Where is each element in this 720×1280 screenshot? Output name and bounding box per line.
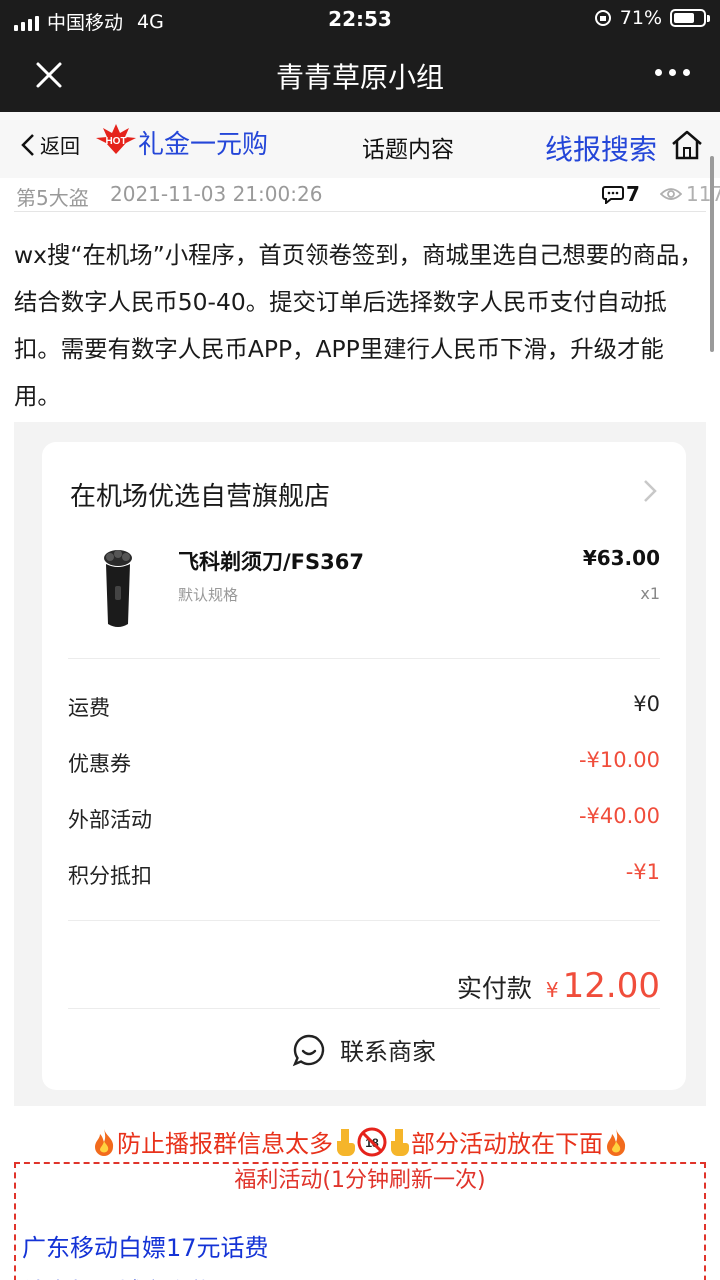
post-body: wx搜“在机场”小程序，首页领卷签到，商城里选自己想要的商品，结合数字人民币50… <box>14 241 703 410</box>
home-icon[interactable] <box>670 128 704 162</box>
paid-total: 实付款 ¥12.00 <box>457 966 660 1006</box>
hot-badge-icon: HOT <box>96 124 136 154</box>
battery-fill <box>674 13 694 23</box>
welfare-title-wrap: 福利活动(1分钟刷新一次) <box>16 1162 704 1194</box>
paid-currency: ¥ <box>545 978 559 1002</box>
battery-percent: 71% <box>619 7 662 29</box>
fee-value: -¥1 <box>625 860 660 884</box>
order-screenshot: 在机场优选自营旗舰店 飞科剃须刀/FS367 默认规格 ¥63.00 x1 运费… <box>14 422 706 1106</box>
welfare-title: 福利活动(1分钟刷新一次) <box>228 1168 492 1193</box>
chevron-left-icon <box>21 133 34 156</box>
product-name: 飞科剃须刀/FS367 <box>178 550 364 574</box>
fee-row-coupon: 优惠券 -¥10.00 <box>68 748 660 778</box>
contact-merchant-button[interactable]: 联系商家 <box>42 1032 686 1067</box>
product-price: ¥63.00 <box>582 546 660 570</box>
fee-label: 外部活动 <box>68 808 152 832</box>
paid-amount: ¥12.00 <box>546 966 660 1006</box>
nav-title: 青青草原小组 <box>275 61 444 94</box>
chat-bubble-icon <box>292 1034 325 1066</box>
notice-right-text: 部分活动放在下面 <box>411 1130 603 1158</box>
pointing-down-icon <box>387 1127 411 1163</box>
fire-icon <box>603 1128 629 1162</box>
gift-link[interactable]: 礼金一元购 <box>138 124 268 161</box>
fee-value: ¥0 <box>633 692 660 716</box>
fee-row-external-activity: 外部活动 -¥40.00 <box>68 804 660 834</box>
status-bar: 中国移动 4G 22:53 71% <box>0 0 720 38</box>
notice-left-text: 防止播报群信息太多 <box>117 1130 333 1158</box>
fire-icon <box>91 1128 117 1162</box>
battery-icon <box>670 9 710 27</box>
status-right: 71% <box>594 7 710 29</box>
shaver-product-image <box>104 550 132 627</box>
product-quantity: x1 <box>640 584 660 603</box>
more-icon[interactable] <box>655 69 690 76</box>
pointing-down-icon <box>333 1127 357 1163</box>
wechat-nav-bar: 青青草原小组 <box>0 38 720 112</box>
chevron-right-icon[interactable] <box>642 478 658 504</box>
hot-badge-text: HOT <box>105 136 126 147</box>
paid-amount-value: 12.00 <box>562 966 660 1006</box>
orientation-lock-icon <box>594 10 611 26</box>
welfare-link[interactable]: 结束打开城市产物 <box>22 1272 214 1280</box>
fee-label: 运费 <box>68 696 110 720</box>
comment-count-value: 7 <box>626 182 640 206</box>
back-label: 返回 <box>40 134 80 158</box>
fee-label: 积分抵扣 <box>68 864 152 888</box>
shop-name[interactable]: 在机场优选自营旗舰店 <box>70 476 330 513</box>
comment-count[interactable]: 7 <box>602 182 640 206</box>
product-spec: 默认规格 <box>178 586 239 604</box>
page-header: 返回 HOT 礼金一元购 话题内容 线报搜索 <box>0 112 720 178</box>
comment-icon <box>602 186 624 204</box>
fee-label: 优惠券 <box>68 752 131 776</box>
post-meta: 第5大盗 2021-11-03 21:00:26 7 117 <box>14 180 720 212</box>
contact-label: 联系商家 <box>340 1038 436 1066</box>
back-button[interactable]: 返回 <box>20 130 80 159</box>
page-title: 话题内容 <box>362 137 454 163</box>
post-author[interactable]: 第5大盗 <box>16 182 89 211</box>
fee-row-shipping: 运费 ¥0 <box>68 692 660 722</box>
divider <box>68 658 660 659</box>
divider <box>68 920 660 921</box>
search-link[interactable]: 线报搜索 <box>545 128 657 168</box>
no-under-18-icon: 18 <box>357 1127 387 1163</box>
paid-label: 实付款 <box>456 974 532 1003</box>
divider <box>68 1008 660 1009</box>
order-card: 在机场优选自营旗舰店 飞科剃须刀/FS367 默认规格 ¥63.00 x1 运费… <box>42 442 686 1090</box>
post-datetime: 2021-11-03 21:00:26 <box>110 182 323 206</box>
fee-value: -¥10.00 <box>578 748 660 772</box>
fee-row-points: 积分抵扣 -¥1 <box>68 860 660 890</box>
view-count-value: 117 <box>686 182 720 206</box>
scrollbar[interactable] <box>710 156 714 352</box>
notice-line: 防止播报群信息太多 18 部分活动放在下面 <box>0 1124 720 1163</box>
welfare-link[interactable]: 广东移动白嫖17元话费 <box>22 1228 269 1263</box>
eye-icon <box>660 188 682 200</box>
fee-value: -¥40.00 <box>578 804 660 828</box>
welfare-box: 福利活动(1分钟刷新一次) 广东移动白嫖17元话费 结束打开城市产物 <box>14 1162 706 1280</box>
